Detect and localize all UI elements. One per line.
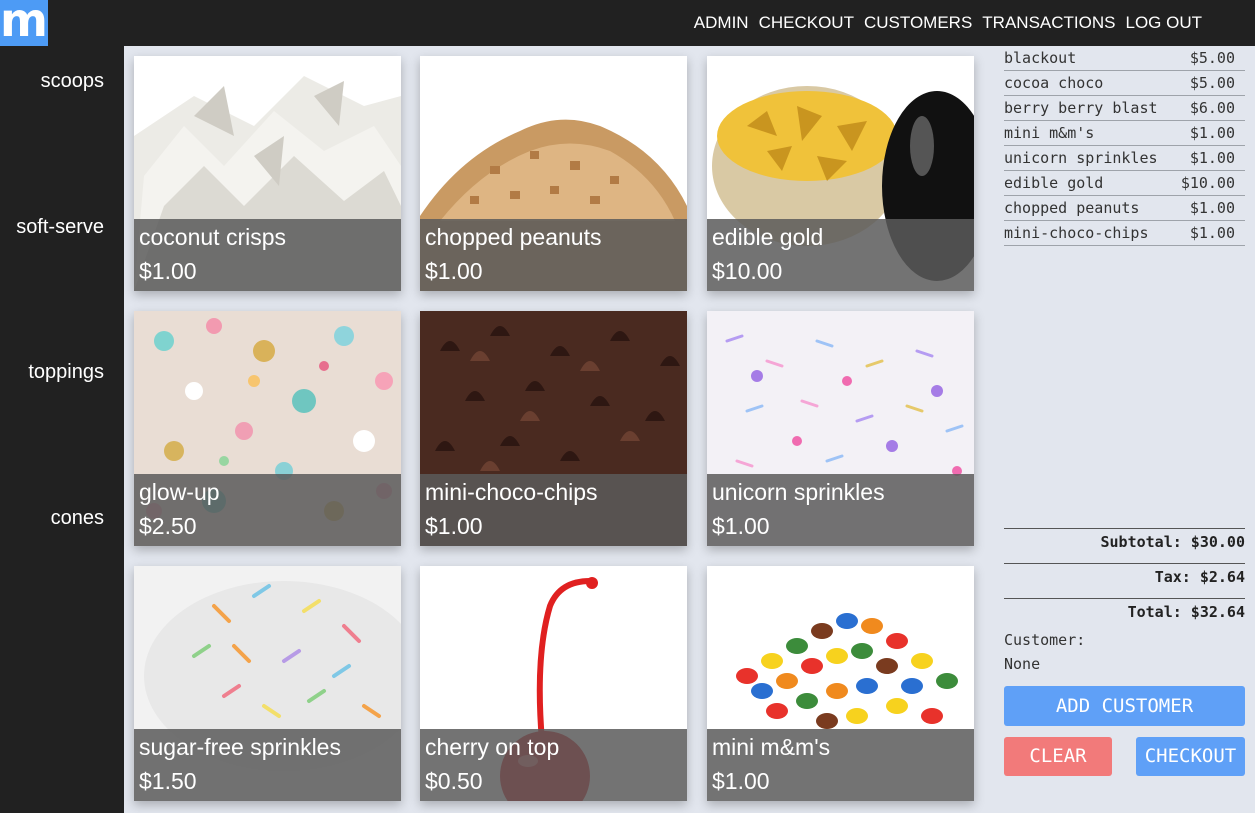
cart-item-price: $1.00 [1189, 224, 1235, 242]
cart-item[interactable]: unicorn sprinkles $1.00 [1004, 146, 1245, 171]
product-price: $1.00 [712, 768, 770, 794]
cart-item-name: edible gold [1004, 174, 1104, 192]
product-overlay: mini m&m's $1.00 [707, 729, 974, 801]
product-overlay: unicorn sprinkles $1.00 [707, 474, 974, 546]
cart-item-name: cocoa choco [1004, 74, 1104, 92]
product-price: $1.00 [712, 513, 770, 539]
product-card-sugar-free-sprinkles[interactable]: sugar-free sprinkles $1.50 [134, 566, 401, 801]
product-name: coconut crisps [139, 224, 287, 250]
product-price: $1.00 [425, 258, 483, 284]
cart-item-price: $10.00 [1180, 174, 1235, 192]
product-name: unicorn sprinkles [712, 479, 885, 505]
product-name: sugar-free sprinkles [139, 734, 341, 760]
cart-item-name: blackout [1004, 49, 1077, 67]
product-overlay: cherry on top $0.50 [420, 729, 687, 801]
product-overlay: coconut crisps $1.00 [134, 219, 401, 291]
sidebar-item-toppings[interactable]: toppings [28, 361, 104, 384]
cart-item-price: $6.00 [1189, 99, 1235, 117]
cart-item[interactable]: edible gold $10.00 [1004, 171, 1245, 196]
product-card-unicorn-sprinkles[interactable]: unicorn sprinkles $1.00 [707, 311, 974, 546]
nav-transactions[interactable]: TRANSACTIONS [982, 13, 1115, 33]
clear-button[interactable]: CLEAR [1004, 737, 1112, 776]
product-overlay: edible gold $10.00 [707, 219, 974, 291]
top-nav-bar: m ADMIN CHECKOUT CUSTOMERS TRANSACTIONS … [0, 0, 1255, 46]
product-name: mini m&m's [712, 734, 831, 760]
product-card-coconut-crisps[interactable]: coconut crisps $1.00 [134, 56, 401, 291]
product-price: $2.50 [139, 513, 197, 539]
sidebar-item-cones[interactable]: cones [51, 507, 104, 530]
cart-item-name: berry berry blast [1004, 99, 1158, 117]
product-name: chopped peanuts [425, 224, 602, 250]
cart-item[interactable]: berry berry blast $6.00 [1004, 96, 1245, 121]
product-overlay: chopped peanuts $1.00 [420, 219, 687, 291]
customer-label: Customer: [1004, 631, 1086, 649]
checkout-button[interactable]: CHECKOUT [1136, 737, 1245, 776]
product-price: $1.00 [139, 258, 197, 284]
subtotal: Subtotal: $30.00 [1004, 528, 1245, 551]
cart-item-price: $1.00 [1189, 124, 1235, 142]
cart-item-name: mini m&m's [1004, 124, 1095, 142]
product-name: mini-choco-chips [425, 479, 598, 505]
product-card-chopped-peanuts[interactable]: chopped peanuts $1.00 [420, 56, 687, 291]
product-card-cherry-on-top[interactable]: cherry on top $0.50 [420, 566, 687, 801]
add-customer-button[interactable]: ADD CUSTOMER [1004, 686, 1245, 726]
product-name: edible gold [712, 224, 824, 250]
product-price: $1.00 [425, 513, 483, 539]
cart-item-name: mini-choco-chips [1004, 224, 1149, 242]
cart-item-name: chopped peanuts [1004, 199, 1140, 217]
nav-admin[interactable]: ADMIN [694, 13, 749, 33]
cart-item[interactable]: mini-choco-chips $1.00 [1004, 221, 1245, 246]
sidebar-item-scoops[interactable]: scoops [41, 70, 104, 93]
product-overlay: mini-choco-chips $1.00 [420, 474, 687, 546]
nav-log-out[interactable]: LOG OUT [1125, 13, 1202, 33]
product-overlay: sugar-free sprinkles $1.50 [134, 729, 401, 801]
cart-item-price: $5.00 [1189, 49, 1235, 67]
product-name: cherry on top [425, 734, 560, 760]
product-price: $1.50 [139, 768, 197, 794]
top-nav: ADMIN CHECKOUT CUSTOMERS TRANSACTIONS LO… [694, 0, 1202, 46]
product-card-edible-gold[interactable]: edible gold $10.00 [707, 56, 974, 291]
cart-item-price: $5.00 [1189, 74, 1235, 92]
product-name: glow-up [139, 479, 220, 505]
cart-item[interactable]: mini m&m's $1.00 [1004, 121, 1245, 146]
sidebar-item-soft-serve[interactable]: soft-serve [16, 216, 104, 239]
product-card-mini-choco-chips[interactable]: mini-choco-chips $1.00 [420, 311, 687, 546]
product-price: $0.50 [425, 768, 483, 794]
nav-customers[interactable]: CUSTOMERS [864, 13, 972, 33]
total: Total: $32.64 [1004, 598, 1245, 621]
cart-item[interactable]: chopped peanuts $1.00 [1004, 196, 1245, 221]
product-card-mini-m-and-ms[interactable]: mini m&m's $1.00 [707, 566, 974, 801]
product-card-glow-up[interactable]: glow-up $2.50 [134, 311, 401, 546]
category-sidebar: scoops soft-serve toppings cones [0, 46, 124, 813]
tax: Tax: $2.64 [1004, 563, 1245, 586]
customer-value: None [1004, 655, 1041, 673]
cart-item[interactable]: cocoa choco $5.00 [1004, 71, 1245, 96]
cart-item[interactable]: blackout $5.00 [1004, 46, 1245, 71]
app-logo[interactable]: m [0, 0, 48, 46]
cart-item-name: unicorn sprinkles [1004, 149, 1158, 167]
cart-item-price: $1.00 [1189, 199, 1235, 217]
cart-item-price: $1.00 [1189, 149, 1235, 167]
product-overlay: glow-up $2.50 [134, 474, 401, 546]
product-price: $10.00 [712, 258, 783, 284]
cart-list: blackout $5.00 cocoa choco $5.00 berry ber… [1004, 46, 1245, 246]
nav-checkout[interactable]: CHECKOUT [759, 13, 854, 33]
